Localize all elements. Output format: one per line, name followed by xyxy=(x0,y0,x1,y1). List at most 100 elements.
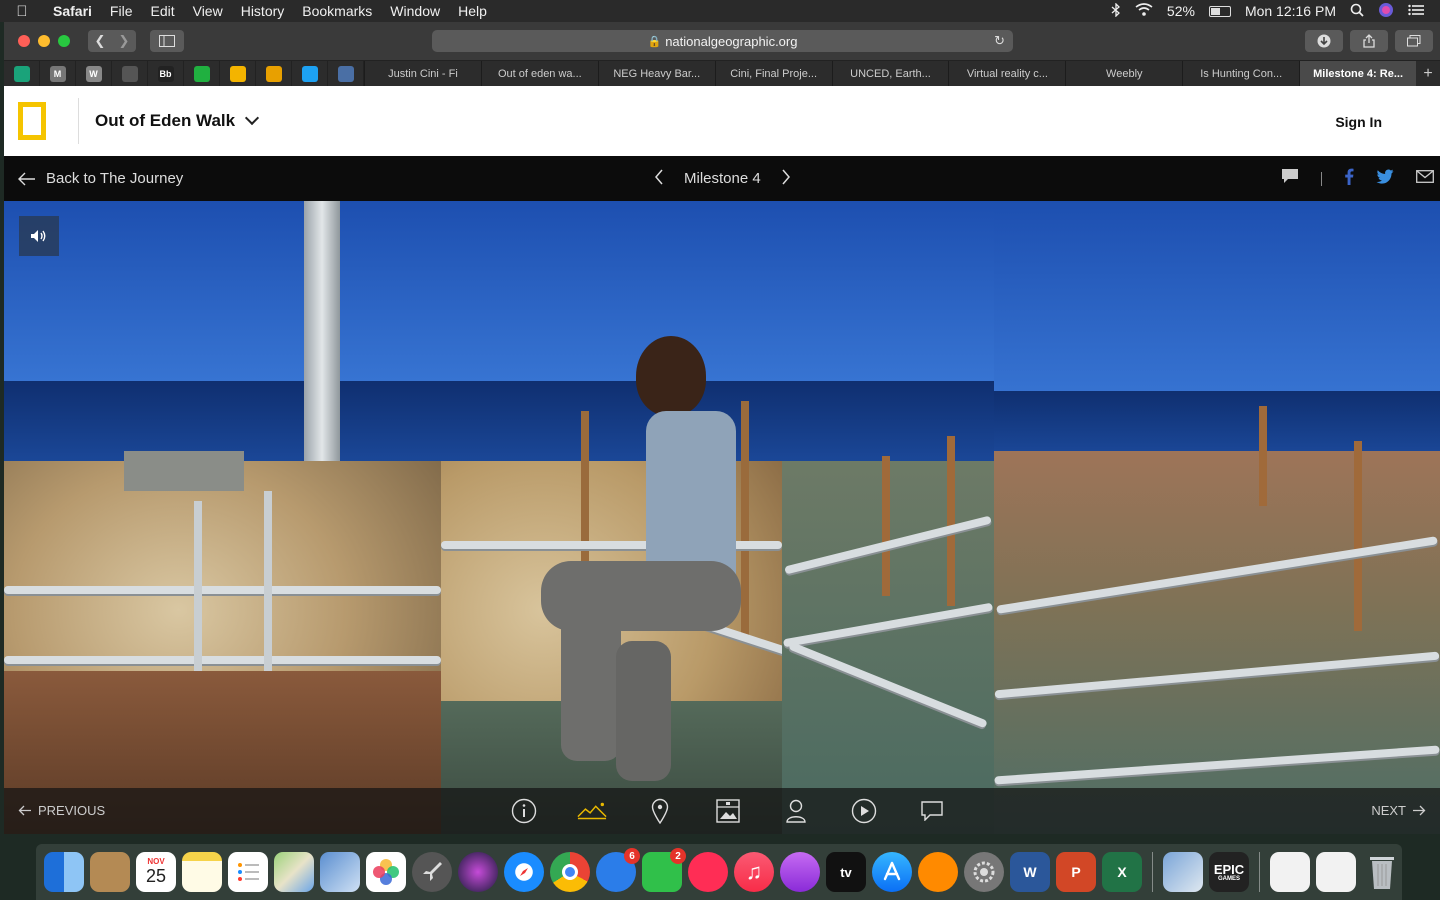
tab[interactable]: Is Hunting Con... xyxy=(1182,61,1299,86)
menu-edit[interactable]: Edit xyxy=(141,3,183,19)
minimize-window-button[interactable] xyxy=(38,35,50,47)
document-stack-icon[interactable] xyxy=(1316,852,1356,892)
music-icon[interactable]: ♫ xyxy=(734,852,774,892)
tab[interactable]: NEG Heavy Bar... xyxy=(597,61,715,86)
facebook-icon[interactable] xyxy=(1344,168,1354,190)
favorite-bookmark[interactable] xyxy=(112,61,148,86)
contacts-icon[interactable] xyxy=(90,852,130,892)
reload-icon[interactable]: ↻ xyxy=(994,33,1005,49)
siri-dock-icon[interactable] xyxy=(458,852,498,892)
favorite-bookmark[interactable] xyxy=(292,61,328,86)
sound-toggle-button[interactable] xyxy=(19,216,59,256)
favorite-bookmark[interactable] xyxy=(184,61,220,86)
tab[interactable]: Cini, Final Proje... xyxy=(714,61,832,86)
milestone-next-icon[interactable] xyxy=(781,169,791,189)
address-bar[interactable]: 🔒 nationalgeographic.org ↻ xyxy=(432,30,1013,52)
person-icon[interactable] xyxy=(781,796,811,826)
notification-center-icon[interactable] xyxy=(1408,3,1424,19)
photos-icon[interactable] xyxy=(366,852,406,892)
next-button[interactable]: NEXT xyxy=(1371,803,1426,818)
podcasts-icon[interactable] xyxy=(780,852,820,892)
image-capture-icon[interactable] xyxy=(1163,852,1203,892)
photo-collage[interactable]: PREVIOUS NEXT xyxy=(4,201,1440,834)
system-preferences-icon[interactable] xyxy=(964,852,1004,892)
milestone-prev-icon[interactable] xyxy=(654,169,664,189)
chevron-down-icon[interactable] xyxy=(245,110,260,126)
downloads-button[interactable] xyxy=(1305,30,1343,52)
facetime-icon[interactable]: 2 xyxy=(642,848,686,892)
siri-icon[interactable] xyxy=(1378,2,1394,21)
menu-app-name[interactable]: Safari xyxy=(44,3,101,19)
tab[interactable]: UNCED, Earth... xyxy=(831,61,949,86)
tab-active[interactable]: Milestone 4: Re... xyxy=(1299,61,1417,86)
menu-view[interactable]: View xyxy=(184,3,232,19)
favorite-bookmark[interactable]: W xyxy=(76,61,112,86)
comments-icon[interactable] xyxy=(917,796,947,826)
map-pin-icon[interactable] xyxy=(645,796,675,826)
books-icon[interactable] xyxy=(918,852,958,892)
preview-icon[interactable] xyxy=(320,852,360,892)
close-window-button[interactable] xyxy=(18,35,30,47)
tab[interactable]: Weebly xyxy=(1065,61,1182,86)
twitter-share-icon[interactable] xyxy=(1376,168,1394,189)
play-video-icon[interactable] xyxy=(849,796,879,826)
comment-icon[interactable] xyxy=(1281,168,1299,189)
menu-help[interactable]: Help xyxy=(449,3,496,19)
menu-history[interactable]: History xyxy=(232,3,294,19)
site-title[interactable]: Out of Eden Walk xyxy=(95,111,235,131)
favorite-bookmark[interactable]: M xyxy=(40,61,76,86)
email-icon[interactable] xyxy=(1416,169,1434,188)
tab[interactable]: Virtual reality c... xyxy=(948,61,1065,86)
favorite-bookmark[interactable] xyxy=(220,61,256,86)
share-button[interactable] xyxy=(1350,30,1388,52)
back-to-journey-link[interactable]: Back to The Journey xyxy=(18,170,183,187)
wifi-icon[interactable] xyxy=(1135,3,1153,19)
favorite-bookmark[interactable]: Bb xyxy=(148,61,184,86)
safari-icon[interactable] xyxy=(504,852,544,892)
document-stack-icon[interactable] xyxy=(1270,852,1310,892)
favorite-bookmark[interactable] xyxy=(4,61,40,86)
favorite-bookmark[interactable] xyxy=(328,61,364,86)
info-icon[interactable] xyxy=(509,796,539,826)
launchpad-icon[interactable] xyxy=(412,852,452,892)
photo-frame-icon[interactable] xyxy=(713,796,743,826)
browser-forward-icon[interactable]: ❯ xyxy=(112,33,136,49)
powerpoint-label: P xyxy=(1071,864,1081,880)
previous-button[interactable]: PREVIOUS xyxy=(18,803,105,818)
reminders-icon[interactable] xyxy=(228,852,268,892)
menu-bookmarks[interactable]: Bookmarks xyxy=(293,3,381,19)
notes-icon[interactable] xyxy=(182,852,222,892)
excel-icon[interactable]: X xyxy=(1102,852,1142,892)
national-geographic-logo[interactable] xyxy=(18,102,46,140)
sign-in-link[interactable]: Sign In xyxy=(1335,114,1382,130)
tab-overview-button[interactable] xyxy=(1395,30,1433,52)
landscape-icon[interactable] xyxy=(577,796,607,826)
chrome-icon[interactable] xyxy=(550,852,590,892)
sidebar-toggle-button[interactable] xyxy=(150,30,184,52)
battery-percent[interactable]: 52% xyxy=(1167,3,1195,19)
zoom-window-button[interactable] xyxy=(58,35,70,47)
spotlight-icon[interactable] xyxy=(1350,3,1364,20)
maps-icon[interactable] xyxy=(274,852,314,892)
new-tab-plus-icon[interactable]: + xyxy=(1416,61,1440,86)
calendar-icon[interactable]: NOV 25 xyxy=(136,852,176,892)
clock[interactable]: Mon 12:16 PM xyxy=(1245,3,1336,19)
battery-icon[interactable] xyxy=(1208,5,1231,17)
tab[interactable]: Out of eden wa... xyxy=(480,61,598,86)
menu-window[interactable]: Window xyxy=(381,3,449,19)
favorite-bookmark[interactable] xyxy=(256,61,292,86)
finder-icon[interactable] xyxy=(44,852,84,892)
menu-file[interactable]: File xyxy=(101,3,142,19)
app-store-icon[interactable] xyxy=(872,852,912,892)
powerpoint-icon[interactable]: P xyxy=(1056,852,1096,892)
trash-icon[interactable] xyxy=(1362,852,1402,892)
messages-icon[interactable]: 6 xyxy=(596,848,640,892)
bluetooth-icon[interactable] xyxy=(1111,1,1121,20)
word-icon[interactable]: W xyxy=(1010,852,1050,892)
epic-games-icon[interactable]: EPIC GAMES xyxy=(1209,852,1249,892)
news-icon[interactable] xyxy=(688,852,728,892)
browser-back-icon[interactable]: ❮ xyxy=(88,33,112,49)
apple-menu-icon[interactable]:  xyxy=(0,3,44,20)
apple-tv-icon[interactable]: tv xyxy=(826,852,866,892)
tab[interactable]: Justin Cini - Fi xyxy=(364,61,481,86)
